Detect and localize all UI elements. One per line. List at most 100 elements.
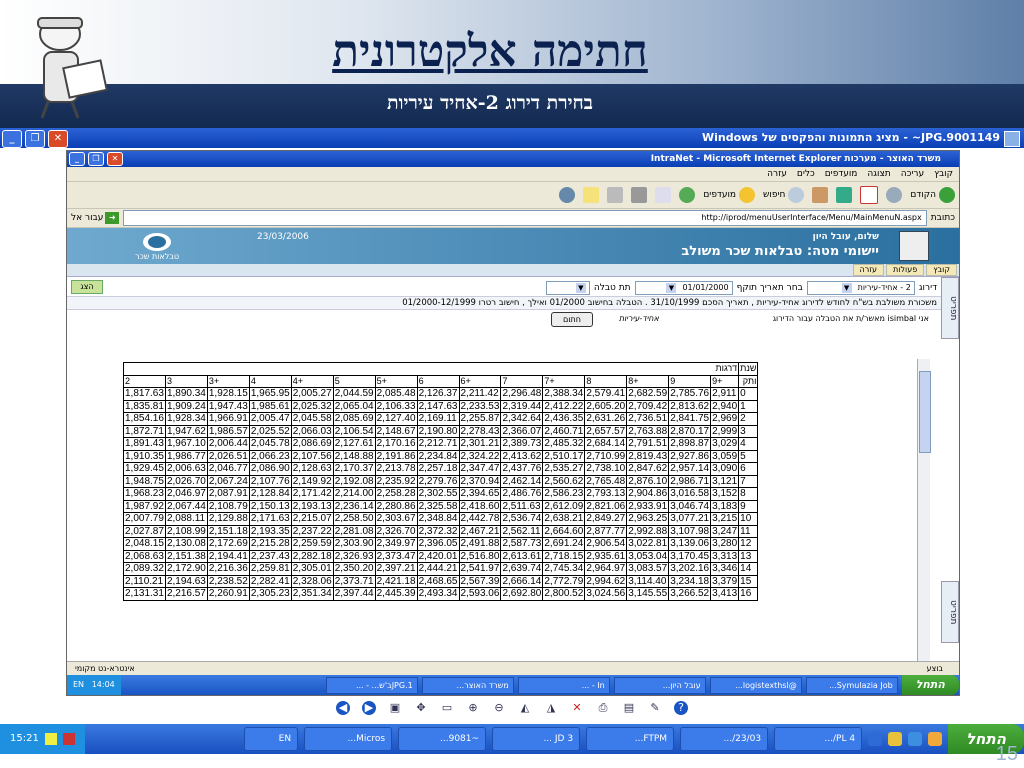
salary-cell: 2,349.97 (374, 537, 418, 551)
best-fit-icon[interactable]: ✥ (414, 701, 428, 715)
edit-icon[interactable]: ✎ (648, 701, 662, 715)
grade-header: 5+ (374, 374, 418, 388)
menu-file[interactable]: קובץ (934, 167, 953, 181)
tab-actions[interactable]: פעולות (886, 264, 925, 276)
menu-edit[interactable]: עריכה (901, 167, 924, 181)
save-icon[interactable]: ▤ (622, 701, 636, 715)
salary-cell: 1,985.61 (248, 399, 292, 413)
vertical-scrollbar[interactable] (917, 359, 931, 677)
stop-icon[interactable] (860, 186, 879, 204)
zoom-out-icon[interactable]: ⊖ (492, 701, 506, 715)
salary-cell: 3,107.98 (668, 524, 712, 538)
history-icon[interactable] (679, 187, 696, 203)
inner-task-2[interactable]: @logistexthsl... (709, 676, 802, 694)
menu-help[interactable]: עזרה (767, 167, 787, 181)
tab-file[interactable]: קובץ (926, 264, 957, 276)
inner-task-3[interactable]: עובל היון... (613, 676, 706, 694)
rotate-left-icon[interactable]: ◮ (544, 701, 558, 715)
inner-task-6[interactable]: JPG.1ב'ש... - ... (325, 676, 418, 694)
menu-favorites[interactable]: מועדפים (825, 167, 858, 181)
inner-task-5[interactable]: משרד האוצר... (421, 676, 514, 694)
ie-maximize-icon[interactable]: ❐ (88, 152, 104, 166)
salary-cell: 2,212.71 (416, 437, 460, 451)
date-select[interactable]: 01/01/2000 ▼ (634, 281, 733, 295)
inner-start-button[interactable]: התחל (901, 675, 959, 695)
tray-network-icon[interactable] (62, 733, 75, 745)
table-row: 1,891.43 1,967.10 2,006.44 2,045.78 2,086.69… (123, 437, 759, 451)
salary-cell: 2,151.18 (206, 524, 250, 538)
minimize-icon[interactable]: _ (2, 130, 22, 148)
messenger-icon[interactable] (559, 187, 576, 203)
menu-view[interactable]: תצוגה (867, 167, 890, 181)
help-icon[interactable]: ? (674, 701, 688, 715)
salary-cell: 2,664.60 (542, 524, 586, 538)
quick-launch-firefox-icon[interactable] (928, 732, 943, 746)
go-button[interactable]: ➜ עבור אל (71, 212, 120, 224)
salary-cell: 2,684.14 (584, 437, 628, 451)
scrollbar-thumb[interactable] (919, 371, 931, 453)
grade-header: 3+ (206, 374, 250, 388)
salary-cell: 1,986.77 (164, 449, 208, 463)
side-menu-tab-bottom[interactable]: תפריט (941, 581, 959, 643)
salary-cell: 2,006.63 (164, 462, 208, 476)
task-5[interactable]: ~9081... (398, 727, 487, 751)
rotate-right-icon[interactable]: ◭ (518, 701, 532, 715)
refresh-icon[interactable] (836, 187, 853, 203)
close-icon[interactable]: ✕ (48, 130, 68, 148)
prev-icon[interactable]: ◀ (336, 701, 350, 715)
ie-minimize-icon[interactable]: _ (69, 152, 85, 166)
back-button[interactable]: הקודם (910, 187, 955, 203)
salary-cell: 2,258.50 (332, 512, 376, 526)
quick-launch-ie-icon[interactable] (908, 732, 923, 746)
viewer-title: JPG.9001149~ - מציג התמונות והפקסים של W… (701, 131, 1000, 144)
salary-cell: 2,911 (710, 387, 740, 401)
back-arrow-icon (939, 187, 955, 203)
favorites-button[interactable]: מועדפים (703, 187, 756, 203)
home-icon[interactable] (812, 187, 829, 203)
salary-cell: 3,114.40 (626, 574, 670, 588)
task-3[interactable]: FTPM... (586, 727, 675, 751)
salary-cell: 2,437.76 (500, 462, 544, 476)
task-1[interactable]: PL 4/... (774, 727, 863, 751)
inner-task-1[interactable]: Symulazia Job... (805, 676, 898, 694)
salary-cell: 2,280.86 (374, 499, 418, 513)
folder-icon[interactable] (583, 187, 600, 203)
zoom-in-icon[interactable]: ⊕ (466, 701, 480, 715)
dirug-select[interactable]: 2 - אחיד-עיריות ▼ (806, 281, 915, 295)
slideshow-icon[interactable]: ▭ (440, 701, 454, 715)
task-2[interactable]: 23/03/... (680, 727, 769, 751)
go-arrow-icon: ➜ (105, 212, 120, 224)
grade-header: 9+ (710, 374, 740, 388)
salary-table: דרגות שנת 2 3 3+ 4 4+ 5 5+ 6 6+ 7 7+ 8 8+ 9 9+ ותק 1,81… (122, 362, 759, 601)
print-icon[interactable]: ⎙ (596, 701, 610, 715)
task-4[interactable]: JD 3 ... (492, 727, 581, 751)
tab-help[interactable]: עזרה (852, 264, 885, 276)
mail-icon[interactable] (655, 187, 672, 203)
show-button[interactable]: הצג (71, 280, 103, 294)
sign-button[interactable]: חתום (551, 312, 593, 327)
ie-close-icon[interactable]: ✕ (107, 152, 123, 166)
task-lang[interactable]: EN (244, 727, 299, 751)
forward-arrow-icon[interactable] (886, 187, 903, 203)
address-input[interactable]: http://iprod/menuUserInterface/Menu/Main… (123, 210, 927, 226)
edit-icon[interactable] (607, 187, 624, 203)
task-6[interactable]: Micros... (304, 727, 393, 751)
salary-cell: 2,763.88 (626, 424, 670, 438)
salary-cell: 2,296.48 (500, 387, 544, 401)
salary-cell: 2,193.13 (290, 499, 334, 513)
next-icon[interactable]: ▶ (362, 701, 376, 715)
delete-icon[interactable]: ✕ (570, 701, 584, 715)
quick-launch-media-icon[interactable] (888, 732, 903, 746)
salary-cell: 1,947.43 (206, 399, 250, 413)
quick-launch-desktop-icon[interactable] (868, 732, 883, 746)
subtable-select[interactable]: ▼ (545, 281, 590, 295)
tray-volume-icon[interactable] (44, 733, 57, 745)
search-button[interactable]: חיפוש (763, 187, 805, 203)
maximize-icon[interactable]: ❐ (25, 130, 45, 148)
salary-cell: 2,149.92 (290, 474, 334, 488)
inner-task-4[interactable]: In - ... (517, 676, 610, 694)
actual-size-icon[interactable]: ▣ (388, 701, 402, 715)
grade-header: 7+ (542, 374, 586, 388)
menu-tools[interactable]: כלים (797, 167, 815, 181)
print-icon[interactable] (631, 187, 648, 203)
